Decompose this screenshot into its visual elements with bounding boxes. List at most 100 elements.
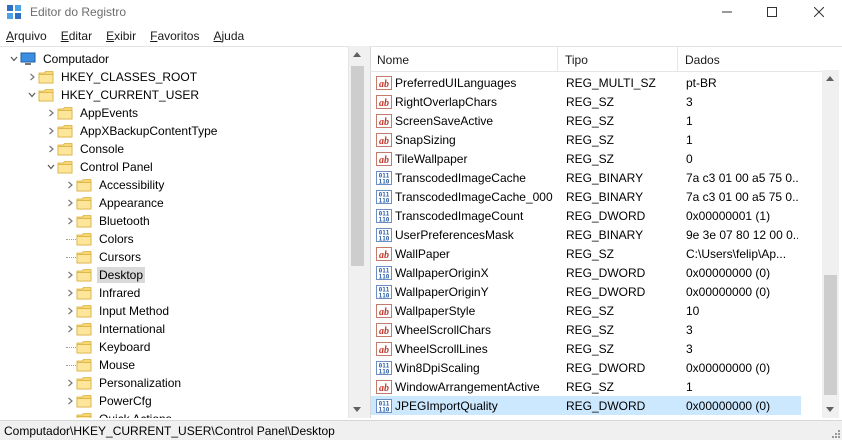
value-name: TileWallpaper [395, 151, 468, 166]
resize-grip-icon[interactable] [830, 428, 840, 438]
value-name-cell: 011 110 TranscodedImageCount [371, 208, 558, 223]
tree-item-label: Console [80, 142, 125, 156]
list-scroll-up-arrow-icon[interactable] [826, 76, 834, 81]
chevron-right-icon[interactable] [66, 379, 74, 387]
tree-item-quick-actions[interactable]: Quick Actions [64, 410, 174, 418]
tree-item-console[interactable]: Console [45, 140, 126, 158]
tree-expander[interactable] [26, 68, 38, 86]
menu-item-ajuda[interactable]: Ajuda [206, 28, 251, 46]
value-row[interactable]: 011 110 TranscodedImageCache_000 REG_BINARY… [371, 187, 801, 206]
tree-expander[interactable] [64, 194, 76, 212]
maximize-button[interactable] [749, 0, 795, 24]
menu-item-exibir[interactable]: Exibir [99, 28, 143, 46]
title-bar[interactable]: Editor do Registro [0, 0, 842, 24]
tree-item-appxbackupcontenttype[interactable]: AppXBackupContentType [45, 122, 219, 140]
list-scrollbar[interactable] [822, 70, 839, 418]
tree-expander[interactable] [64, 302, 76, 320]
value-type: REG_SZ [566, 341, 615, 356]
chevron-right-icon[interactable] [66, 397, 74, 405]
menu-item-arquivo[interactable]: Arquivo [0, 28, 54, 46]
folder-icon [76, 251, 92, 264]
svg-text:ab: ab [379, 98, 389, 109]
chevron-down-icon[interactable] [47, 163, 55, 171]
chevron-down-icon[interactable] [10, 55, 18, 63]
chevron-right-icon[interactable] [66, 181, 74, 189]
tree-expander[interactable] [64, 392, 76, 410]
close-button[interactable] [796, 0, 842, 24]
tree-connector [66, 365, 76, 366]
value-row[interactable]: 011 110 UserPreferencesMask REG_BINARY 9e 3e… [371, 225, 801, 244]
tree-item-infrared[interactable]: Infrared [64, 284, 142, 302]
key-tree[interactable]: Computador HKEY_CLASSES_ROOT HKEY_CURRENT_… [0, 46, 365, 418]
chevron-right-icon[interactable] [66, 289, 74, 297]
tree-item-accessibility[interactable]: Accessibility [64, 176, 166, 194]
scroll-down-arrow-icon[interactable] [353, 407, 361, 412]
value-row[interactable]: 011 110 JPEGImportQuality REG_DWORD 0x000000… [371, 396, 801, 415]
tree-scrollbar[interactable] [348, 46, 365, 418]
column-header-name[interactable]: Nome [370, 46, 558, 72]
tree-item-powercfg[interactable]: PowerCfg [64, 392, 154, 410]
tree-item-hkey-current-user[interactable]: HKEY_CURRENT_USER [26, 86, 201, 104]
tree-item-personalization[interactable]: Personalization [64, 374, 183, 392]
tree-expander[interactable] [64, 320, 76, 338]
tree-item-computador[interactable]: Computador [8, 50, 111, 68]
chevron-right-icon[interactable] [66, 325, 74, 333]
list-scroll-down-arrow-icon[interactable] [826, 407, 834, 412]
chevron-right-icon[interactable] [47, 145, 55, 153]
tree-item-bluetooth[interactable]: Bluetooth [64, 212, 152, 230]
list-scroll-thumb[interactable] [824, 275, 837, 395]
tree-expander[interactable] [45, 122, 57, 140]
menu-item-favoritos[interactable]: Favoritos [143, 28, 206, 46]
tree-expander[interactable] [8, 50, 20, 68]
chevron-right-icon[interactable] [66, 271, 74, 279]
scroll-up-arrow-icon[interactable] [353, 52, 361, 57]
tree-scroll-thumb[interactable] [351, 66, 364, 266]
chevron-right-icon[interactable] [66, 199, 74, 207]
folder-icon [76, 305, 92, 318]
value-row[interactable]: ab TileWallpaper REG_SZ 0 [371, 149, 801, 168]
value-row[interactable]: 011 110 TranscodedImageCount REG_DWORD 0x000… [371, 206, 801, 225]
tree-item-desktop[interactable]: Desktop [64, 266, 146, 284]
tree-item-control-panel[interactable]: Control Panel [45, 158, 155, 176]
value-row[interactable]: 011 110 WallpaperOriginX REG_DWORD 0x0000000… [371, 263, 801, 282]
column-header-type[interactable]: Tipo [558, 46, 678, 72]
menu-item-editar[interactable]: Editar [54, 28, 99, 46]
chevron-right-icon[interactable] [47, 127, 55, 135]
minimize-button[interactable] [704, 0, 750, 24]
tree-expander[interactable] [64, 212, 76, 230]
value-row[interactable]: ab WallPaper REG_SZ C:\Users\felip\Ap... [371, 244, 801, 263]
tree-expander[interactable] [64, 176, 76, 194]
chevron-right-icon[interactable] [66, 307, 74, 315]
value-row[interactable]: ab SnapSizing REG_SZ 1 [371, 130, 801, 149]
tree-expander[interactable] [45, 140, 57, 158]
value-row[interactable]: ab WheelScrollChars REG_SZ 3 [371, 320, 801, 339]
value-name-cell: 011 110 TranscodedImageCache_000 [371, 189, 558, 204]
value-row[interactable]: ab WindowArrangementActive REG_SZ 1 [371, 377, 801, 396]
tree-expander[interactable] [45, 158, 57, 176]
chevron-right-icon[interactable] [47, 109, 55, 117]
chevron-right-icon[interactable] [28, 73, 36, 81]
tree-item-keyboard[interactable]: Keyboard [64, 338, 152, 356]
column-header-data[interactable]: Dados [678, 46, 822, 72]
tree-item-appearance[interactable]: Appearance [64, 194, 166, 212]
tree-item-appevents[interactable]: AppEvents [45, 104, 140, 122]
value-row[interactable]: ab RightOverlapChars REG_SZ 3 [371, 92, 801, 111]
value-row[interactable]: 011 110 TranscodedImageCache REG_BINARY 7a c… [371, 168, 801, 187]
value-row[interactable]: ab PreferredUILanguages REG_MULTI_SZ pt-BR [371, 73, 801, 92]
value-row[interactable]: ab ScreenSaveActive REG_SZ 1 [371, 111, 801, 130]
tree-item-hkey-classes-root[interactable]: HKEY_CLASSES_ROOT [26, 68, 199, 86]
value-row[interactable]: 011 110 WallpaperOriginY REG_DWORD 0x0000000… [371, 282, 801, 301]
chevron-right-icon[interactable] [66, 217, 74, 225]
tree-expander[interactable] [64, 374, 76, 392]
tree-item-international[interactable]: International [64, 320, 167, 338]
tree-item-input-method[interactable]: Input Method [64, 302, 171, 320]
tree-expander[interactable] [64, 284, 76, 302]
svg-text:110: 110 [379, 292, 390, 299]
value-row[interactable]: ab WallpaperStyle REG_SZ 10 [371, 301, 801, 320]
tree-expander[interactable] [64, 266, 76, 284]
chevron-down-icon[interactable] [28, 91, 36, 99]
value-row[interactable]: ab WheelScrollLines REG_SZ 3 [371, 339, 801, 358]
tree-expander[interactable] [45, 104, 57, 122]
tree-expander[interactable] [26, 86, 38, 104]
value-row[interactable]: 011 110 Win8DpiScaling REG_DWORD 0x00000000 … [371, 358, 801, 377]
